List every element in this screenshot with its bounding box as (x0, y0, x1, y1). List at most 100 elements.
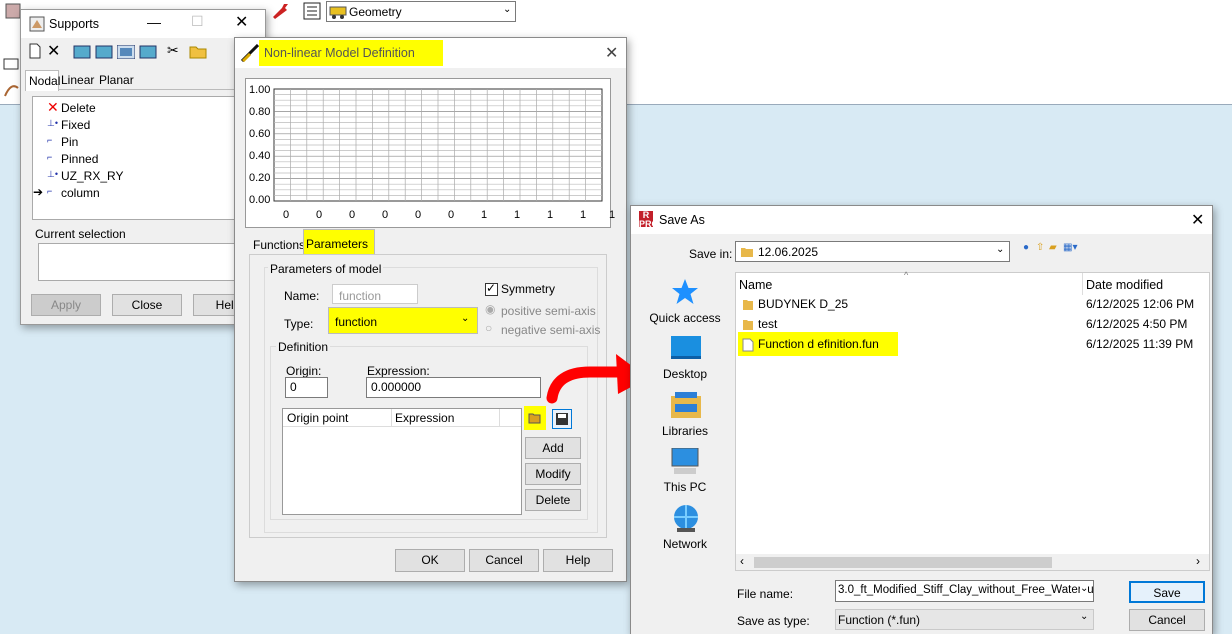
scroll-left-icon[interactable]: ‹ (740, 554, 744, 568)
nlm-titlebar[interactable]: Non-linear Model Definition ✕ (235, 38, 626, 68)
help-button[interactable]: Help (543, 549, 613, 572)
col-name-header[interactable]: Name (739, 278, 772, 292)
save-button[interactable]: Save (1129, 581, 1205, 603)
nav-desktop[interactable]: Desktop (635, 367, 735, 381)
file-date: 6/12/2025 11:39 PM (1086, 337, 1194, 351)
file-name-field[interactable]: 3.0_ft_Modified_Stiff_Clay_without_Free_… (835, 580, 1094, 602)
col-expression-header[interactable]: Expression (395, 411, 454, 425)
file-name: Function d efinition.fun (758, 337, 879, 351)
nav-network[interactable]: Network (635, 537, 735, 551)
save-in-dropdown[interactable]: 12.06.2025 ⌄ (735, 241, 1010, 262)
file-row-budynek[interactable]: BUDYNEK D_25 6/12/2025 12:06 PM (736, 295, 1211, 315)
origin-field[interactable]: 0 (285, 377, 328, 398)
folder-star-icon[interactable] (189, 43, 207, 59)
nav-libraries[interactable]: Libraries (635, 424, 735, 438)
table-icon[interactable] (302, 1, 322, 21)
file-name: BUDYNEK D_25 (758, 297, 849, 311)
horizontal-scrollbar[interactable]: ‹ › (736, 554, 1209, 570)
supports-titlebar[interactable]: Supports — ☐ ✕ (21, 10, 265, 38)
new-folder-icon[interactable]: ▰ (1049, 242, 1057, 253)
current-selection-label: Current selection (35, 227, 126, 241)
save-type-dropdown[interactable]: Function (*.fun) ⌄ (835, 609, 1094, 630)
apply-button[interactable]: Apply (31, 294, 101, 316)
scissors-icon[interactable]: ✂ (167, 42, 179, 59)
delete-red-x-icon: ✕ (47, 99, 59, 115)
list-item-label: Delete (61, 101, 96, 115)
supports-window: Supports — ☐ ✕ ✕ ✂ Nodal Linear Planar ✕… (20, 9, 266, 325)
negative-radio[interactable]: ○ (485, 321, 492, 335)
col-origin-header[interactable]: Origin point (287, 411, 348, 425)
cancel-button[interactable]: Cancel (1129, 609, 1205, 631)
origin-label: Origin: (286, 364, 322, 378)
type-dropdown[interactable]: function ⌄ (328, 307, 478, 334)
view-menu-icon[interactable]: ▦▾ (1063, 242, 1077, 253)
tab-planar-label: Planar (99, 73, 134, 87)
symmetry-checkbox[interactable]: ✓ (485, 281, 498, 296)
chevron-down-icon: ⌄ (503, 4, 512, 15)
supports-list[interactable]: ✕ Delete ⊥• Fixed ⌐ Pin ⌐ Pinned ⊥• UZ_RX_RY … (32, 96, 252, 220)
libraries-icon (671, 392, 701, 418)
view3-icon[interactable] (117, 45, 135, 59)
x-tick-label: 1 (580, 209, 587, 221)
graph-panel: 1.00 0.80 0.60 0.40 0.20 0.00 0 0 0 0 0 … (245, 78, 615, 228)
current-selection-field[interactable] (38, 243, 248, 281)
x-tick-label: 1 (514, 209, 521, 221)
ok-button[interactable]: OK (395, 549, 465, 572)
wrench-icon[interactable] (270, 1, 290, 21)
frame-icon[interactable] (2, 55, 20, 73)
file-row-function[interactable]: Function d efinition.fun 6/12/2025 11:39… (736, 332, 1211, 356)
points-table[interactable]: Origin point Expression (282, 408, 522, 515)
positive-radio[interactable]: ◉ (485, 302, 495, 316)
tab-parameters[interactable]: Parameters (303, 229, 375, 256)
tab-functions[interactable]: Functions (249, 234, 305, 254)
list-item-label: Pinned (61, 152, 99, 166)
tab-planar[interactable]: Planar (99, 72, 135, 90)
arc-icon[interactable] (2, 80, 20, 98)
y-tick-label: 0.00 (249, 194, 271, 206)
back-icon[interactable]: ● (1023, 242, 1029, 253)
network-icon (674, 505, 698, 532)
close-icon[interactable]: ✕ (1191, 210, 1204, 230)
up-folder-icon[interactable]: ⇧ (1036, 242, 1044, 253)
name-field[interactable]: function (332, 284, 418, 304)
folder-icon (743, 300, 753, 310)
list-item-label: Fixed (61, 118, 91, 132)
delete-button[interactable]: Delete (525, 489, 581, 511)
params-group-label: Parameters of model (268, 262, 384, 276)
nav-quick-access[interactable]: Quick access (635, 311, 735, 325)
geometry-dropdown[interactable]: Geometry ⌄ (326, 1, 516, 22)
new-icon[interactable] (27, 43, 43, 59)
add-button[interactable]: Add (525, 437, 581, 459)
geometry-dropdown-label: Geometry (349, 5, 402, 19)
nlm-title: Non-linear Model Definition (264, 46, 415, 60)
name-placeholder: function (339, 289, 382, 303)
modify-button[interactable]: Modify (525, 463, 581, 485)
saveas-titlebar[interactable]: R PRO Save As ✕ (631, 206, 1212, 234)
delete-x-icon[interactable]: ✕ (47, 41, 60, 61)
geometry-icon (329, 6, 347, 19)
close-icon[interactable]: ✕ (605, 43, 618, 63)
close-button[interactable]: Close (112, 294, 182, 316)
scroll-right-icon[interactable]: › (1196, 554, 1200, 568)
maximize-icon[interactable]: ☐ (191, 13, 204, 30)
minimize-icon[interactable]: — (147, 14, 161, 30)
view1-icon[interactable] (73, 45, 91, 59)
cancel-button[interactable]: Cancel (469, 549, 539, 572)
close-icon[interactable]: ✕ (235, 12, 248, 32)
save-file-button[interactable] (552, 409, 572, 429)
folder-icon (743, 320, 753, 330)
arrow-right-icon: ➔ (33, 185, 44, 199)
expression-field[interactable]: 0.000000 (366, 377, 541, 398)
expression-value: 0.000000 (371, 380, 422, 394)
nav-this-pc[interactable]: This PC (635, 480, 735, 494)
file-name: test (758, 317, 778, 331)
view4-icon[interactable] (139, 45, 157, 59)
col-date-header[interactable]: Date modified (1086, 278, 1163, 292)
tab-nodal[interactable]: Nodal (25, 70, 60, 91)
file-list[interactable]: Name ^ Date modified BUDYNEK D_25 6/12/2… (735, 270, 1211, 571)
supports-title-icon (29, 16, 45, 32)
tab-linear[interactable]: Linear (61, 72, 95, 90)
scroll-thumb[interactable] (754, 557, 1052, 568)
view2-icon[interactable] (95, 45, 113, 59)
uz-support-icon: ⊥• (47, 169, 58, 179)
